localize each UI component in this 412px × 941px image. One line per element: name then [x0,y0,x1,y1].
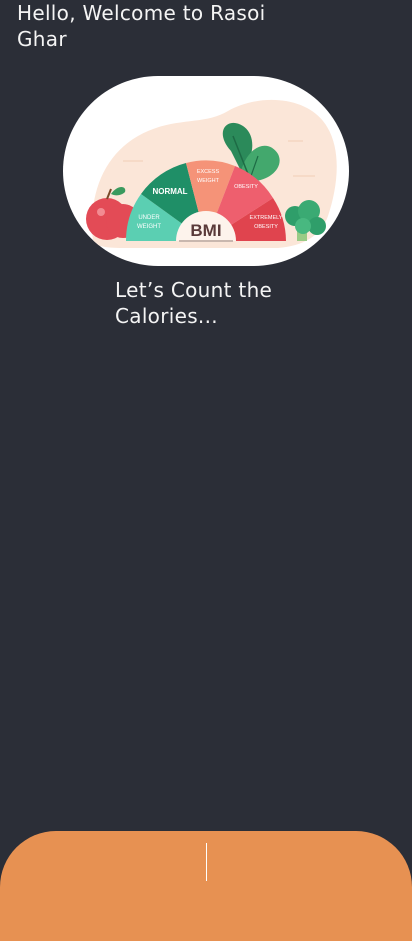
svg-text:UNDER: UNDER [138,215,160,221]
svg-text:EXTREMELY: EXTREMELY [250,215,283,221]
svg-text:BMI: BMI [190,221,221,240]
bmi-meter-illustration: UNDER WEIGHT NORMAL EXCESS WEIGHT OBESIT… [86,99,337,248]
bottom-navigation-bar[interactable] [0,831,412,941]
svg-text:WEIGHT: WEIGHT [137,224,161,230]
svg-text:WEIGHT: WEIGHT [197,178,220,184]
svg-text:OBESITY: OBESITY [254,224,278,230]
bmi-illustration-card: UNDER WEIGHT NORMAL EXCESS WEIGHT OBESIT… [63,76,349,266]
subtitle-text: Let’s Count the Calories... [115,278,273,328]
svg-text:OBESITY: OBESITY [234,184,258,190]
nav-divider [206,843,207,881]
svg-text:EXCESS: EXCESS [197,169,220,175]
welcome-heading: Hello, Welcome to Rasoi Ghar [17,1,266,51]
svg-text:NORMAL: NORMAL [152,187,187,196]
